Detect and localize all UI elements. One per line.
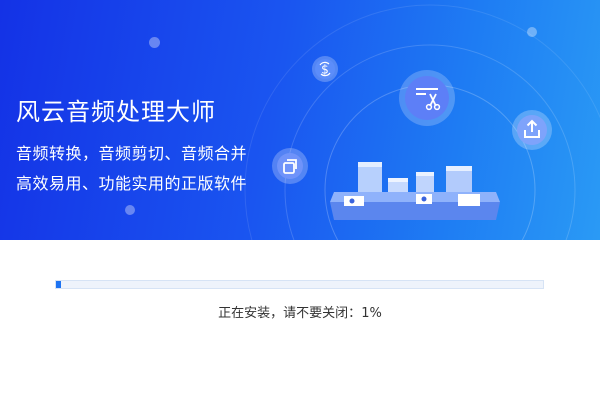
copy-windows-icon [272,148,308,184]
studio-illustration [330,162,500,220]
scissors-cut-icon [399,70,455,126]
progress-fill [56,281,61,288]
status-message: 正在安装，请不要关闭： [218,306,362,321]
app-title: 风云音频处理大师 [16,98,216,126]
tagline-line-2: 高效易用、功能实用的正版软件 [16,174,248,193]
progress-percent: 1% [361,306,382,321]
export-icon [512,110,552,150]
currency-swap-icon: $ [312,56,338,82]
install-progress-bar [55,280,544,289]
hero-banner: 风云音频处理大师 音频转换，音频剪切、音频合并 高效易用、功能实用的正版软件 $ [0,0,600,240]
tagline-line-1: 音频转换，音频剪切、音频合并 [16,144,248,163]
install-status-text: 正在安装，请不要关闭：1% [0,302,600,321]
